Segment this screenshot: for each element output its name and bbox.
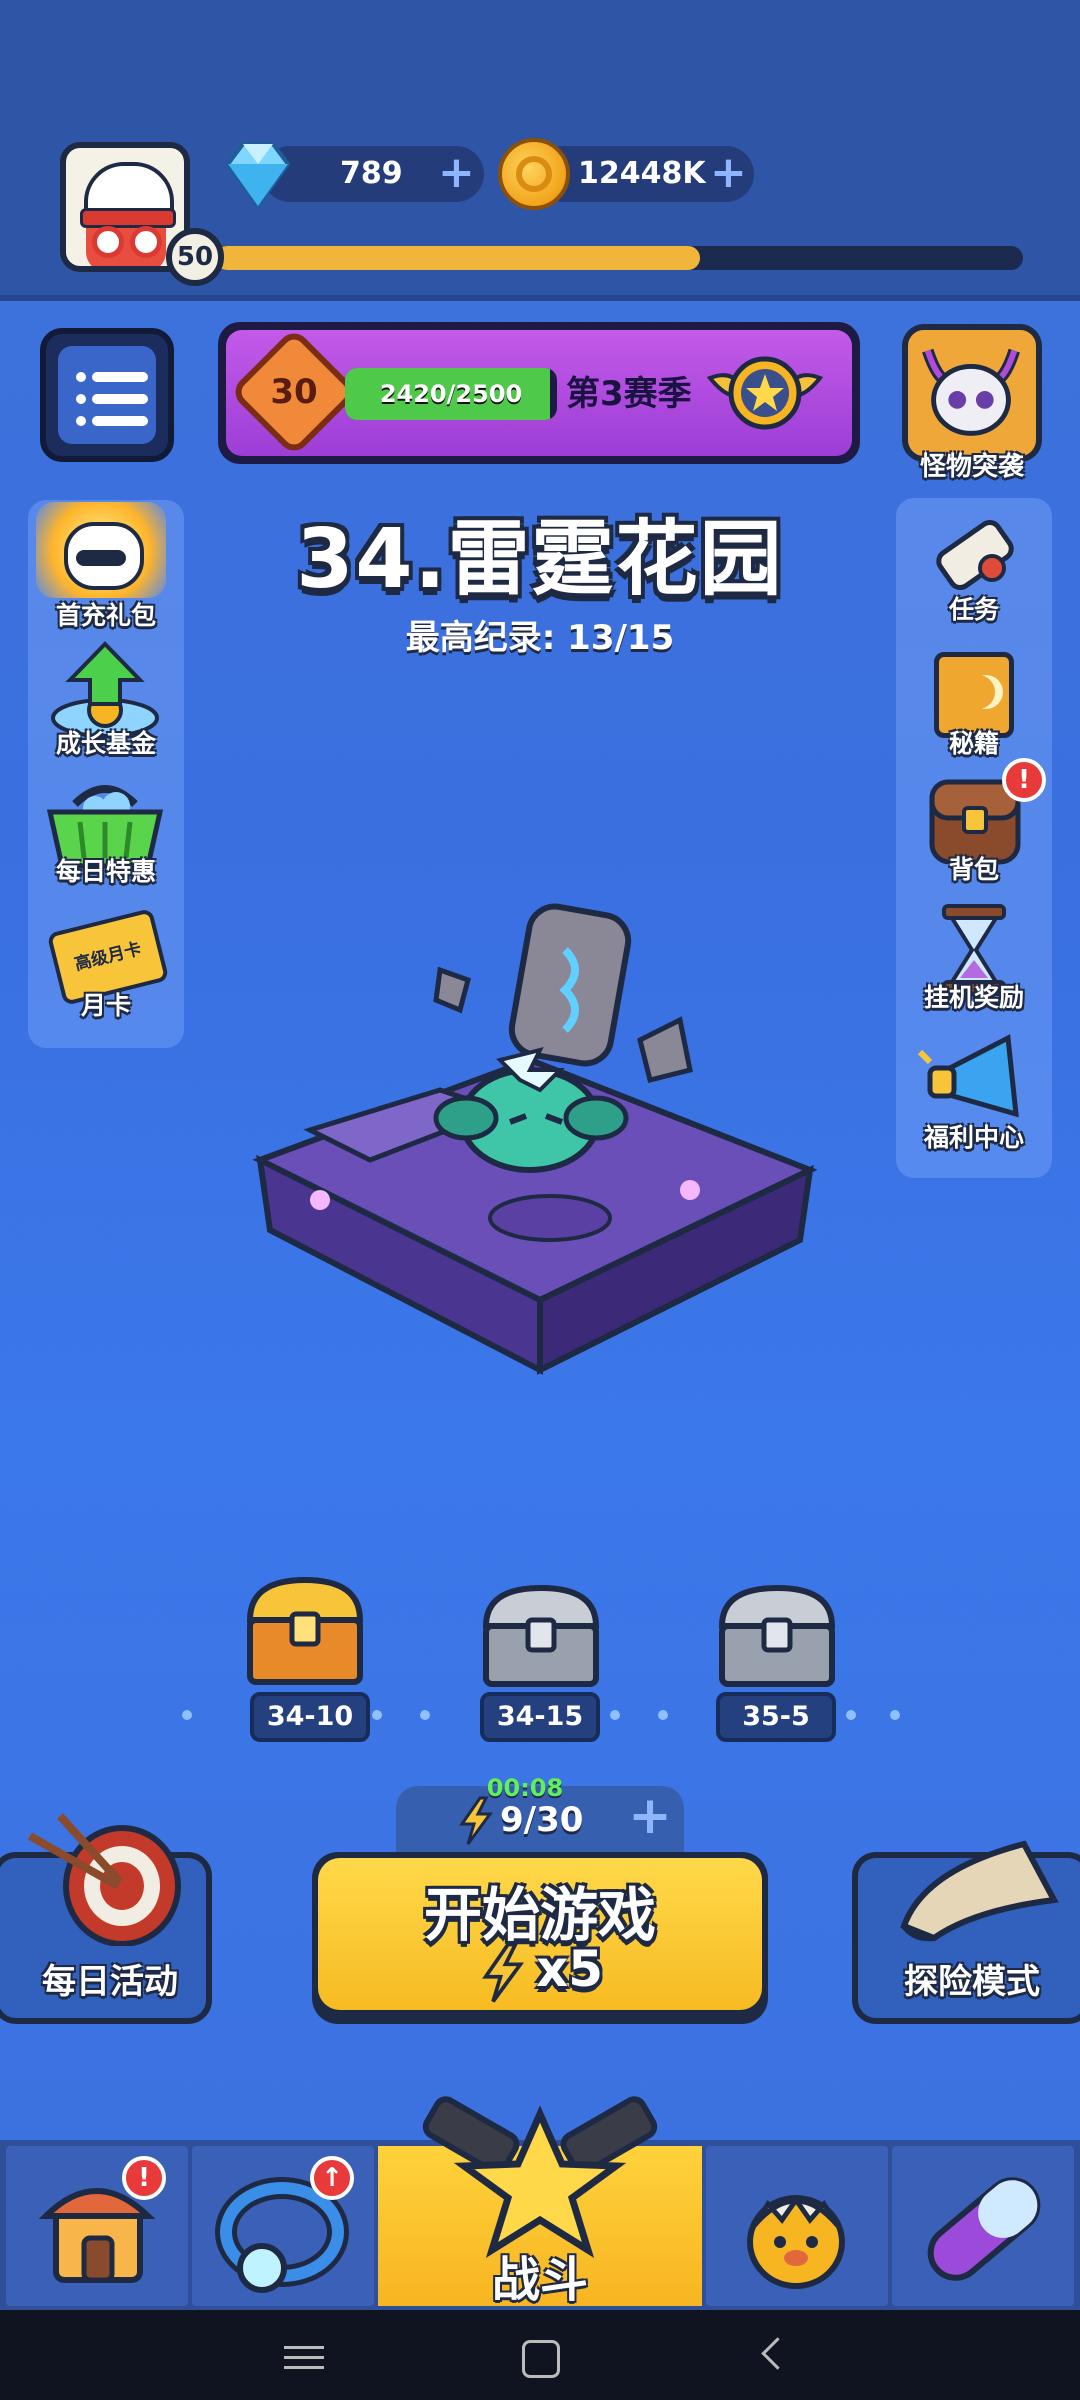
equipment-upgrade-badge: ↑ bbox=[310, 2156, 354, 2200]
first-charge-gift-label: 首充礼包 bbox=[55, 601, 156, 630]
nav-pets[interactable] bbox=[706, 2146, 888, 2306]
chest-35-5[interactable] bbox=[712, 1580, 842, 1692]
diamond-icon bbox=[225, 142, 291, 210]
chest-34-10-label: 34-10 bbox=[250, 1692, 370, 1742]
welfare-center-button[interactable] bbox=[916, 1030, 1036, 1130]
welfare-center-label: 福利中心 bbox=[923, 1123, 1024, 1152]
gold-coin-icon bbox=[498, 138, 570, 210]
quest-button[interactable] bbox=[920, 510, 1030, 600]
quest-label: 任务 bbox=[948, 595, 999, 624]
add-energy-button[interactable]: + bbox=[628, 1790, 672, 1842]
season-label: 第3赛季 bbox=[566, 374, 692, 414]
spellbook-label: 秘籍 bbox=[948, 729, 999, 758]
idle-reward-label: 挂机奖励 bbox=[923, 983, 1024, 1012]
gold-amount: 12448K bbox=[578, 156, 706, 191]
nav-battle-label: 战斗 bbox=[491, 2252, 588, 2308]
stage-island-illustration bbox=[252, 903, 818, 1375]
season-rank: 30 bbox=[270, 372, 318, 412]
add-gold-button[interactable]: + bbox=[710, 151, 747, 195]
recent-apps-icon[interactable] bbox=[284, 2346, 324, 2369]
growth-fund-label: 成长基金 bbox=[55, 729, 156, 758]
skull-demon-icon bbox=[922, 348, 1020, 436]
battle-star-cannons-icon bbox=[422, 2096, 658, 2258]
gold-chest-icon bbox=[246, 1576, 364, 1685]
energy-timer: 00:08 bbox=[486, 1774, 564, 1802]
horn-icon bbox=[900, 1840, 1059, 1942]
monthly-card-text: 高级月卡 bbox=[72, 939, 144, 975]
daily-activity-label: 每日活动 bbox=[42, 1962, 178, 2002]
target-arrows-icon bbox=[28, 1813, 181, 1946]
daily-deal-label: 每日特惠 bbox=[55, 857, 156, 886]
nav-skills[interactable] bbox=[892, 2146, 1074, 2306]
hatching-chick-icon bbox=[747, 2195, 845, 2289]
add-gems-button[interactable]: + bbox=[438, 151, 475, 195]
chest-34-15[interactable] bbox=[476, 1580, 606, 1692]
quest-scroll-icon bbox=[936, 519, 1014, 591]
silver-chest-icon bbox=[718, 1584, 836, 1687]
adventure-mode-label: 探险模式 bbox=[904, 1962, 1040, 2002]
lightning-icon bbox=[482, 1942, 525, 2003]
capsule-pill-icon bbox=[927, 2177, 1041, 2281]
backpack-label: 背包 bbox=[948, 855, 999, 884]
monster-raid-button[interactable] bbox=[902, 324, 1042, 462]
backpack-alert-badge: ! bbox=[1002, 758, 1046, 802]
energy-value: 9/30 bbox=[500, 1800, 584, 1840]
lightning-icon bbox=[459, 1796, 493, 1845]
xp-bar bbox=[215, 246, 1023, 270]
shop-alert-badge: ! bbox=[122, 2156, 166, 2200]
chest-34-10[interactable] bbox=[240, 1570, 370, 1690]
monster-raid-label: 怪物突袭 bbox=[919, 452, 1024, 482]
player-level-badge: 50 bbox=[166, 228, 224, 286]
start-game-cost: x5 bbox=[536, 1940, 604, 1998]
season-progress-text: 2420/2500 bbox=[379, 380, 523, 408]
monthly-card-label: 月卡 bbox=[80, 991, 131, 1020]
season-star-wings-icon bbox=[706, 356, 824, 430]
chest-34-15-label: 34-15 bbox=[480, 1692, 600, 1742]
list-menu-icon bbox=[58, 346, 156, 444]
main-menu-button[interactable] bbox=[40, 328, 174, 462]
chest-35-5-label: 35-5 bbox=[716, 1692, 836, 1742]
megaphone-icon bbox=[917, 1034, 1019, 1118]
first-charge-gift-icon bbox=[36, 502, 166, 598]
silver-chest-icon bbox=[482, 1584, 600, 1687]
home-icon[interactable] bbox=[522, 2340, 560, 2378]
gem-amount: 789 bbox=[340, 156, 403, 191]
